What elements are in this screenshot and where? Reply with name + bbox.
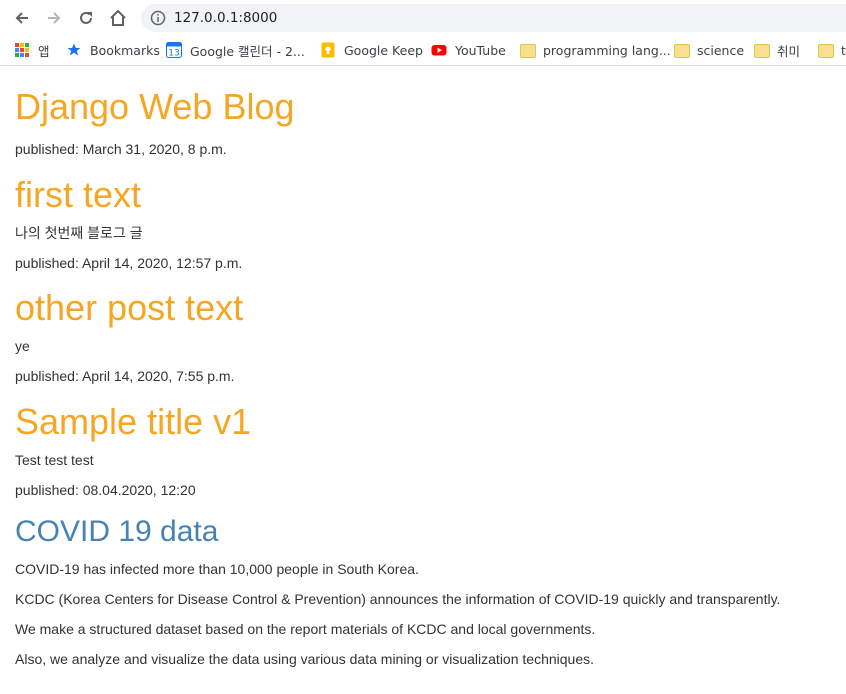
bookmark-label: Google Keep (344, 42, 423, 58)
blog-title[interactable]: Django Web Blog (15, 87, 835, 127)
back-arrow-icon (15, 12, 28, 24)
bookmark-label: YouTube (455, 42, 506, 58)
post-published-date: published: April 14, 2020, 7:55 p.m. (15, 368, 235, 384)
bookmark-label: 취미 (777, 43, 801, 59)
forward-arrow-icon (48, 12, 61, 24)
folder-icon (753, 42, 770, 58)
covid-paragraph: KCDC (Korea Centers for Disease Control … (15, 591, 781, 607)
bookmark-folder-science[interactable]: science (673, 40, 744, 60)
bookmarks-bar: 앱 Bookmarks 13 Google 캘린더 - 2... Google … (0, 35, 846, 66)
bookmark-youtube[interactable]: YouTube (431, 40, 506, 60)
home-button[interactable] (105, 5, 131, 31)
bookmark-google-calendar[interactable]: 13 Google 캘린더 - 2... (166, 40, 305, 60)
bookmark-label: science (697, 42, 745, 58)
covid-paragraph: We make a structured dataset based on th… (15, 621, 596, 637)
youtube-icon (431, 42, 447, 58)
bookmark-folder-programming[interactable]: programming lang... (519, 40, 671, 60)
bookmark-google-keep[interactable]: Google Keep (320, 40, 423, 60)
forward-button[interactable] (41, 5, 67, 31)
covid-paragraph: Also, we analyze and visualize the data … (15, 651, 595, 667)
blog-header: Django Web Blog published: March 31, 202… (15, 87, 835, 158)
header-published-date: published: March 31, 2020, 8 p.m. (15, 141, 227, 157)
back-button[interactable] (9, 5, 35, 31)
info-icon[interactable] (150, 10, 166, 26)
reload-button[interactable] (73, 5, 99, 31)
bookmark-apps[interactable]: 앱 (14, 40, 50, 60)
covid-section: COVID 19 data COVID-19 has infected more… (15, 515, 835, 668)
post-title[interactable]: first text (15, 175, 835, 215)
bookmark-label: 앱 (38, 43, 50, 59)
url-text[interactable]: 127.0.0.1:8000 (174, 10, 277, 26)
post: other post text ye published: April 14, … (15, 288, 835, 385)
bookmark-folder-hobby[interactable]: 취미 (753, 40, 800, 60)
bookmark-label: t (841, 42, 846, 58)
bookmark-label: Bookmarks (90, 42, 160, 58)
covid-title[interactable]: COVID 19 data (15, 515, 835, 549)
folder-icon (519, 42, 536, 58)
keep-icon (320, 42, 336, 58)
calendar-icon: 13 (166, 42, 182, 59)
home-icon (110, 9, 126, 26)
post: Sample title v1 Test test test published… (15, 402, 835, 499)
bookmark-label: programming lang... (543, 42, 671, 58)
reload-icon (80, 11, 92, 24)
apps-icon (14, 42, 30, 58)
covid-paragraph: COVID-19 has infected more than 10,000 p… (15, 561, 419, 577)
folder-icon (673, 42, 690, 58)
post-text: Test test test (15, 452, 94, 468)
folder-icon (817, 42, 834, 58)
calendar-day: 13 (168, 49, 179, 59)
page-content: Django Web Blog published: March 31, 202… (15, 66, 835, 668)
post-text: 나의 첫번째 블로그 글 (15, 225, 143, 241)
post: first text 나의 첫번째 블로그 글 published: April… (15, 175, 835, 272)
post-title[interactable]: other post text (15, 288, 835, 328)
post-published-date: published: 08.04.2020, 12:20 (15, 482, 196, 498)
post-title[interactable]: Sample title v1 (15, 402, 835, 442)
bookmark-label: Google 캘린더 - 2... (190, 43, 305, 59)
post-published-date: published: April 14, 2020, 12:57 p.m. (15, 255, 243, 271)
browser-toolbar: 127.0.0.1:8000 (0, 0, 846, 35)
bookmark-folder-overflow[interactable]: t (817, 40, 846, 60)
post-text: ye (15, 338, 30, 354)
address-bar[interactable]: 127.0.0.1:8000 (141, 4, 846, 32)
bookmark-bookmarks[interactable]: Bookmarks (66, 40, 160, 60)
star-icon (66, 42, 82, 58)
